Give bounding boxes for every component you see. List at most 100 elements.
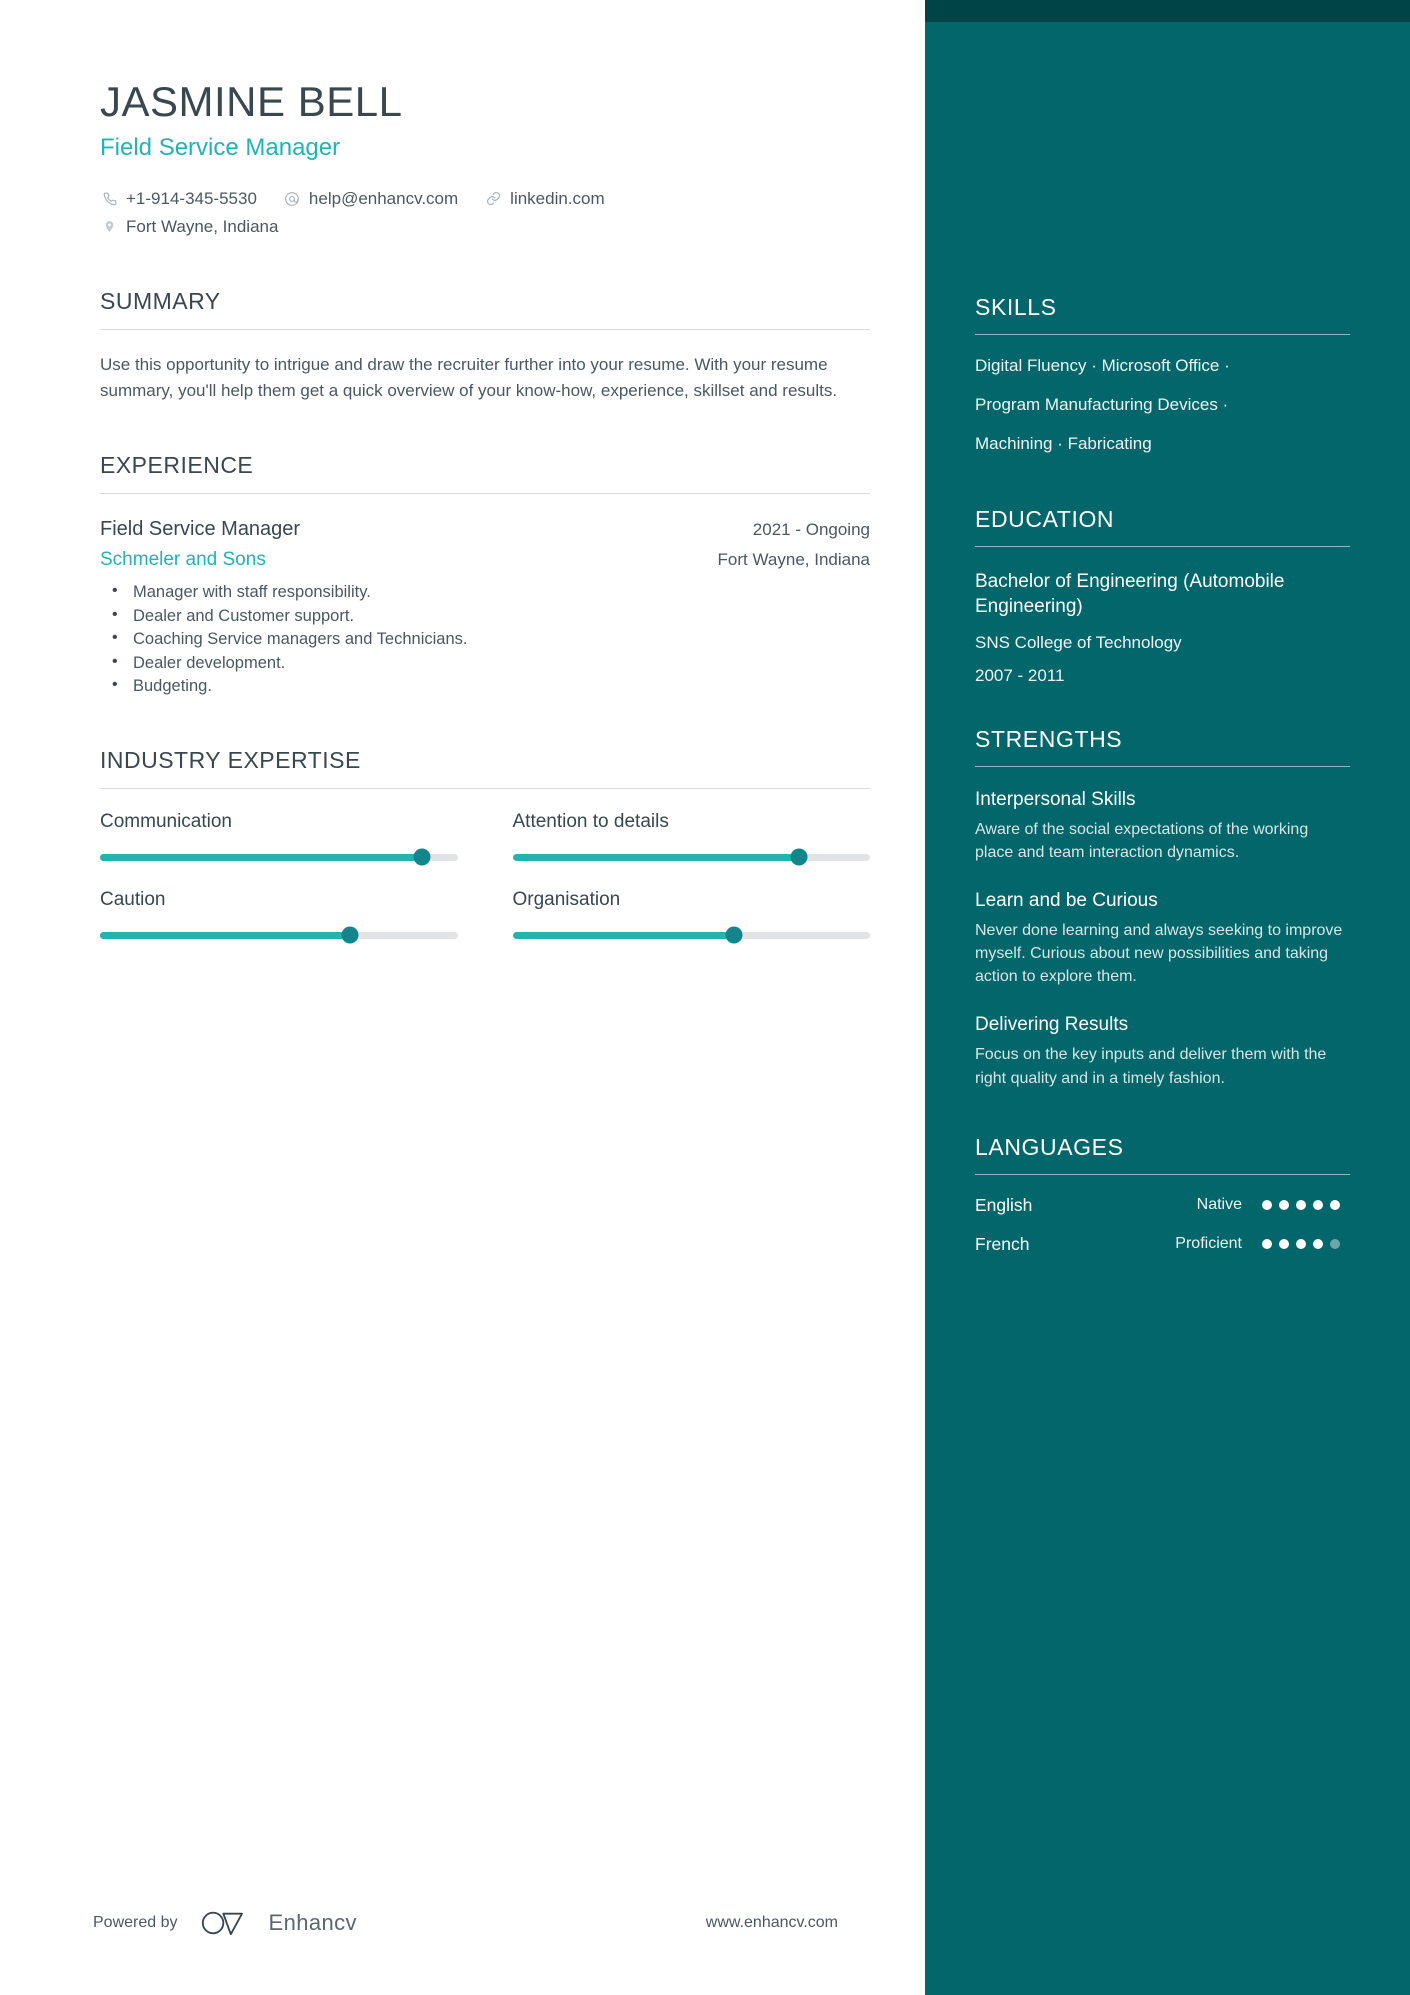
brand-name: Enhancv <box>268 1910 357 1935</box>
list-item: Dealer development. <box>100 651 870 675</box>
contact-link-text: linkedin.com <box>510 189 605 209</box>
sidebar-top-accent-bar <box>925 0 1410 22</box>
summary-heading: SUMMARY <box>100 288 221 315</box>
contact-email[interactable]: help@enhancv.com <box>283 185 458 213</box>
industry-expertise-section: INDUSTRY EXPERTISE Communication Attenti… <box>100 746 870 944</box>
education-section: EDUCATION Bachelor of Engineering (Autom… <box>975 506 1350 686</box>
strength-name: Delivering Results <box>975 1014 1129 1036</box>
skills-section: SKILLS Digital Fluency · Microsoft Offic… <box>975 294 1350 452</box>
education-divider <box>975 546 1350 547</box>
slider-fill <box>512 853 799 861</box>
slider-fill <box>100 931 351 939</box>
powered-by-label: Powered by <box>93 1914 178 1931</box>
expertise-slider[interactable] <box>512 926 870 944</box>
contact-phone-text: +1-914-345-5530 <box>126 189 257 209</box>
strength-description: Never done learning and always seeking t… <box>975 921 1343 986</box>
experience-bullet-list: Manager with staff responsibility. Deale… <box>100 580 870 698</box>
job-title: Field Service Manager <box>100 134 341 162</box>
language-name: English <box>975 1194 1033 1215</box>
rating-dot <box>1313 1200 1323 1211</box>
skills-line: Machining · Fabricating <box>975 434 1152 453</box>
strengths-section: STRENGTHS Interpersonal Skills Aware of … <box>975 726 1350 1090</box>
contact-phone[interactable]: +1-914-345-5530 <box>100 185 257 213</box>
summary-section: SUMMARY Use this opportunity to intrigue… <box>100 288 870 404</box>
skills-heading: SKILLS <box>975 294 1057 320</box>
experience-date: 2021 - Ongoing <box>752 520 870 540</box>
strength-description: Focus on the key inputs and deliver them… <box>975 1046 1327 1087</box>
rating-dot <box>1330 1239 1340 1250</box>
rating-dot <box>1262 1239 1272 1250</box>
slider-knob[interactable] <box>790 848 807 866</box>
contact-link[interactable]: linkedin.com <box>484 185 605 213</box>
language-row: English Native <box>975 1195 1350 1216</box>
language-rating-dots <box>1262 1239 1350 1250</box>
strengths-heading: STRENGTHS <box>975 725 1123 752</box>
education-school: SNS College of Technology <box>975 632 1182 652</box>
languages-heading: LANGUAGES <box>975 1133 1124 1160</box>
email-icon <box>283 189 302 208</box>
skills-list: Digital Fluency · Microsoft Office · Pro… <box>975 357 1350 452</box>
strength-item: Learn and be Curious Never done learning… <box>975 890 1350 989</box>
education-date: 2007 - 2011 <box>975 665 1065 685</box>
skills-line: Program Manufacturing Devices · <box>975 395 1229 414</box>
enhancv-logo <box>200 1908 256 1938</box>
experience-company[interactable]: Schmeler and Sons <box>100 549 266 571</box>
slider-knob[interactable] <box>725 926 743 944</box>
summary-text: Use this opportunity to intrigue and dra… <box>100 355 838 401</box>
expertise-label: Organisation <box>512 888 621 910</box>
rating-dot <box>1330 1200 1340 1211</box>
strength-name: Interpersonal Skills <box>975 788 1136 810</box>
page-title: JASMINE BELL <box>100 78 403 125</box>
strengths-divider <box>975 765 1350 767</box>
list-item: Dealer and Customer support. <box>100 604 870 628</box>
strength-name: Learn and be Curious <box>975 889 1158 911</box>
location-pin-icon <box>100 217 119 236</box>
expertise-slider-grid: Communication Attention to details Cauti… <box>100 810 870 944</box>
expertise-item: Communication <box>100 810 458 866</box>
experience-entry: Field Service Manager 2021 - Ongoing Sch… <box>100 518 870 698</box>
slider-knob[interactable] <box>341 926 359 944</box>
list-item: Budgeting. <box>100 674 870 698</box>
language-level: Proficient <box>1175 1235 1242 1253</box>
languages-list: English Native French Proficient <box>975 1195 1350 1255</box>
industry-expertise-divider <box>100 787 870 789</box>
expertise-slider[interactable] <box>100 926 458 944</box>
skills-line: Digital Fluency · Microsoft Office · <box>975 356 1230 375</box>
education-entry: Bachelor of Engineering (Automobile Engi… <box>975 569 1350 686</box>
expertise-label: Attention to details <box>512 810 669 832</box>
expertise-item: Organisation <box>512 888 870 944</box>
skills-divider <box>975 334 1350 335</box>
contact-email-text: help@enhancv.com <box>308 189 459 209</box>
experience-divider <box>100 493 870 495</box>
slider-fill <box>100 853 422 861</box>
language-row: French Proficient <box>975 1234 1350 1255</box>
experience-location: Fort Wayne, Indiana <box>717 550 870 570</box>
expertise-label: Communication <box>100 810 232 832</box>
rating-dot <box>1262 1200 1272 1211</box>
rating-dot <box>1313 1239 1323 1250</box>
languages-divider <box>975 1173 1350 1175</box>
contact-location-text: Fort Wayne, Indiana <box>126 216 279 236</box>
slider-knob[interactable] <box>413 848 431 866</box>
sidebar: SKILLS Digital Fluency · Microsoft Offic… <box>925 0 1410 1995</box>
experience-role: Field Service Manager <box>100 518 301 541</box>
rating-dot <box>1279 1200 1289 1211</box>
language-rating-dots <box>1262 1200 1350 1211</box>
industry-expertise-heading: INDUSTRY EXPERTISE <box>100 746 361 773</box>
list-item: Manager with staff responsibility. <box>100 580 870 604</box>
experience-heading: EXPERIENCE <box>100 452 254 479</box>
rating-dot <box>1296 1239 1306 1250</box>
contact-location: Fort Wayne, Indiana <box>100 213 278 241</box>
contact-block: +1-914-345-5530 help@enhancv.com linkedi… <box>100 185 870 240</box>
expertise-label: Caution <box>100 888 166 910</box>
experience-section: EXPERIENCE Field Service Manager 2021 - … <box>100 452 870 698</box>
strengths-list: Interpersonal Skills Aware of the social… <box>975 789 1350 1090</box>
strength-description: Aware of the social expectations of the … <box>975 820 1309 861</box>
expertise-slider[interactable] <box>512 848 870 866</box>
list-item: Coaching Service managers and Technician… <box>100 627 870 651</box>
expertise-slider[interactable] <box>100 848 458 866</box>
footer-url[interactable]: www.enhancv.com <box>706 1914 838 1932</box>
resume-header: JASMINE BELL Field Service Manager +1-91… <box>100 78 870 240</box>
language-level: Native <box>1196 1196 1242 1214</box>
strength-item: Interpersonal Skills Aware of the social… <box>975 789 1350 864</box>
